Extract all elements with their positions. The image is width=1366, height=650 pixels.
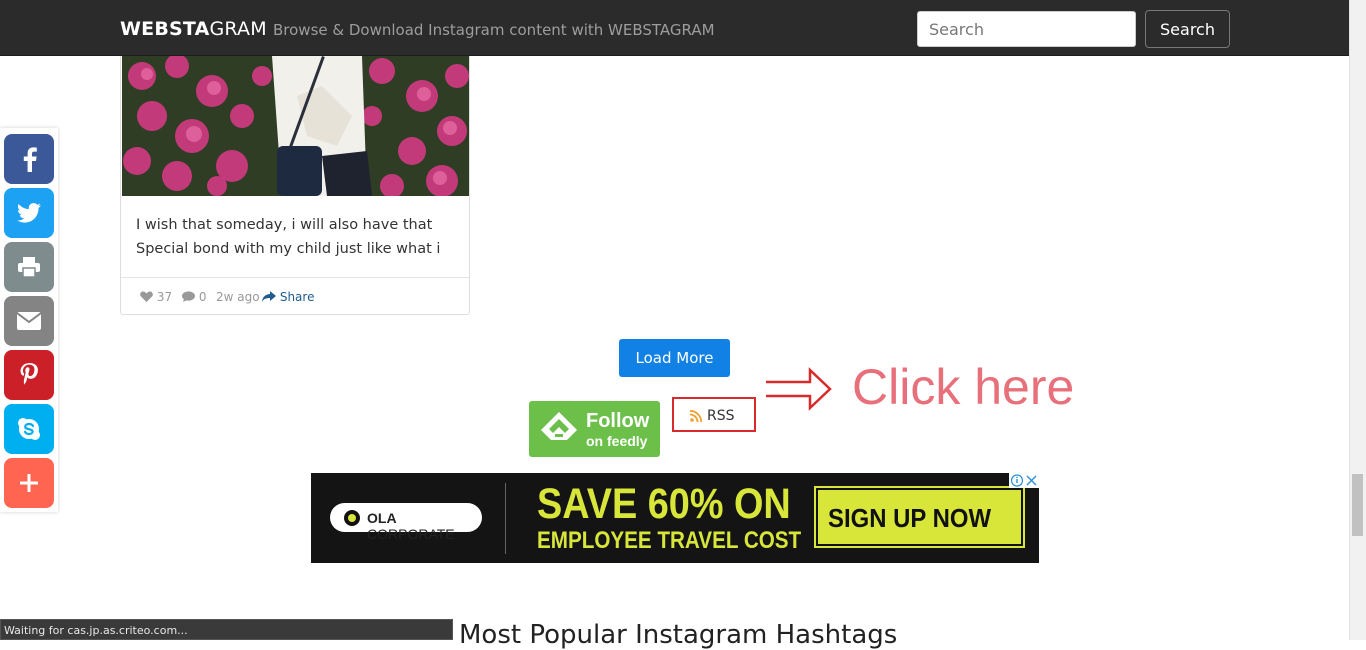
ola-brand-rest: CORPORATE [367,526,455,542]
ad-subline: EMPLOYEE TRAVEL COST [537,527,802,554]
skype-icon [18,418,40,440]
feedly-icon [541,412,577,440]
caption-line-1: I wish that someday, i will also have th… [136,217,433,233]
ad-choices[interactable] [1009,473,1039,488]
comment-count-value: 0 [198,290,207,304]
click-here-annotation: Click here [852,359,1075,415]
brand-light: GRAM [209,18,267,40]
annotation-arrow-icon [766,367,832,411]
envelope-icon [17,312,41,330]
rss-link[interactable]: RSS [672,397,756,432]
site-logo[interactable]: WEBSTAGRAM [120,18,267,40]
more-share-button[interactable] [4,458,54,508]
share-arrow-icon [262,291,276,302]
post-caption: I wish that someday, i will also have th… [136,213,456,261]
twitter-icon [17,203,41,223]
browser-status-bar: Waiting for cas.jp.as.criteo.com... [0,619,453,640]
share-link[interactable]: Share [262,290,314,304]
post-age: 2w ago [216,290,260,304]
load-more-button[interactable]: Load More [619,339,730,377]
ola-circle-icon [344,510,360,526]
email-share-button[interactable] [4,296,54,346]
ola-brand-text: OLA CORPORATE [367,510,482,542]
print-button[interactable] [4,242,54,292]
search-button[interactable]: Search [1145,10,1230,48]
popular-hashtags-heading: Most Popular Instagram Hashtags [459,620,898,650]
social-share-sidebar [0,128,58,512]
search-input[interactable] [917,11,1136,47]
brand-bold: WEBSTA [120,18,210,40]
ad-divider [505,483,506,554]
comment-icon [182,291,195,302]
pinterest-share-button[interactable] [4,350,54,400]
ad-headline: SAVE 60% ON [537,480,791,528]
page-scrollbar[interactable] [1349,0,1366,640]
facebook-icon [23,147,37,172]
printer-icon [18,257,40,277]
ad-signup-button[interactable]: SIGN UP NOW [814,486,1025,548]
ad-cta-label: SIGN UP NOW [828,503,992,533]
twitter-share-button[interactable] [4,188,54,238]
rss-icon [690,410,702,422]
top-navbar: WEBSTAGRAM Browse & Download Instagram c… [0,0,1349,56]
ad-banner[interactable]: OLA CORPORATE SAVE 60% ON EMPLOYEE TRAVE… [311,473,1039,563]
feedly-on-label: on feedly [586,433,648,449]
heart-icon [140,291,153,302]
post-image[interactable] [122,56,469,196]
ola-logo: OLA CORPORATE [330,503,482,542]
skype-share-button[interactable] [4,404,54,454]
site-tagline: Browse & Download Instagram content with… [273,21,715,39]
share-label: Share [279,290,315,304]
facebook-share-button[interactable] [4,134,54,184]
ola-brand-bold: OLA [367,510,397,526]
like-count-value: 37 [156,290,173,304]
feedly-follow-button[interactable]: Follow on feedly [529,401,660,457]
comment-count[interactable]: 0 [182,290,206,304]
pinterest-icon [20,363,38,385]
plus-icon [20,474,38,492]
scrollbar-thumb[interactable] [1352,474,1363,536]
rss-label: RSS [707,408,735,424]
feedly-follow-label: Follow [586,410,650,432]
post-footer: 37 0 2w ago Share [121,277,469,314]
post-photo-graphic [122,56,469,196]
ad-info-close-icon [1010,474,1037,487]
like-count[interactable]: 37 [140,290,172,304]
caption-line-2: Special bond with my child just like wha… [136,241,441,257]
status-text: Waiting for cas.jp.as.criteo.com... [4,624,188,637]
post-card: I wish that someday, i will also have th… [120,56,470,315]
